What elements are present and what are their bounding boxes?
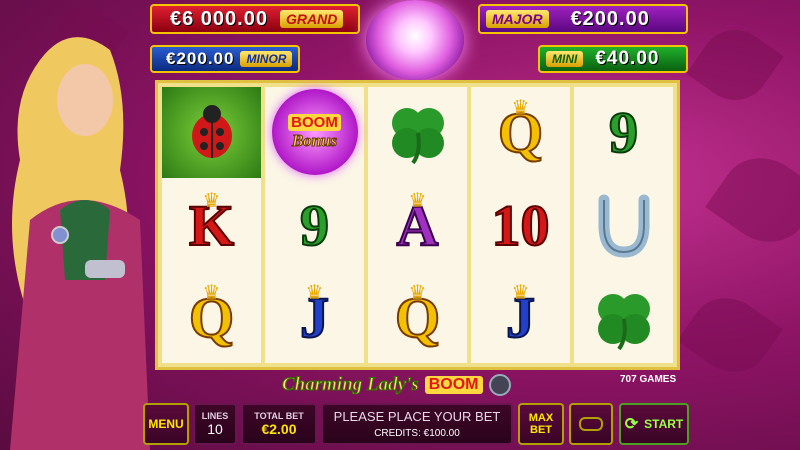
clover-icon xyxy=(391,108,444,165)
crown-icon: ♛ xyxy=(511,280,530,305)
reel-symbol: 9 xyxy=(574,87,673,178)
boom-word: BOOM xyxy=(288,113,341,131)
reel-column: 9 xyxy=(574,87,673,363)
ladybug-icon xyxy=(162,87,261,178)
background-leaf xyxy=(677,283,783,387)
autoplay-toggle[interactable] xyxy=(569,403,613,445)
reel-symbol: ♛ Q xyxy=(368,272,467,363)
reel-symbol: ♛ A xyxy=(368,180,467,271)
major-amount: €200.00 xyxy=(570,7,650,30)
reel-column: ♛ K ♛ Q xyxy=(162,87,261,363)
reel-symbol: 10 xyxy=(471,180,570,271)
reel-symbol: BOOM Bonus xyxy=(265,87,364,178)
game-logo: Charming Lady's BOOM xyxy=(282,374,511,396)
lady-character xyxy=(10,37,150,450)
total-bet-display[interactable]: TOTAL BET €2.00 xyxy=(241,403,317,445)
jackpot-mini: MINI €40.00 xyxy=(538,45,688,73)
reel-column: ♛ Q 10 ♛ J xyxy=(471,87,570,363)
jackpot-major: MAJOR €200.00 xyxy=(478,4,688,34)
grand-amount: €6 000.00 xyxy=(170,7,268,30)
logo-title: Charming Lady's xyxy=(282,374,420,396)
studio-logo: 707 GAMES xyxy=(620,374,677,385)
lines-label: LINES xyxy=(201,411,229,421)
lines-value: 10 xyxy=(207,421,223,437)
crown-icon: ♛ xyxy=(408,280,427,305)
minor-amount: €200.00 xyxy=(166,49,235,68)
crown-icon: ♛ xyxy=(305,280,324,305)
jackpot-grand: €6 000.00 GRAND xyxy=(150,4,360,34)
horseshoe-icon xyxy=(598,194,649,258)
symbol-letter: 9 xyxy=(608,99,639,166)
reel-symbol: ♛ Q xyxy=(162,272,261,363)
reel-grid: ♛ K ♛ Q BOOM Bonus 9 ♛ J ♛ A ♛ Q ♛ Q 10 ♛ J 9 xyxy=(155,80,680,370)
minor-label: MINOR xyxy=(240,51,293,67)
menu-button[interactable]: MENU xyxy=(143,403,189,445)
reel-symbol: ♛ J xyxy=(265,272,364,363)
refresh-icon: ⟳ xyxy=(624,416,639,433)
reel-symbol xyxy=(574,272,673,363)
bet-message: PLEASE PLACE YOUR BET xyxy=(333,409,501,424)
symbol-letter: 10 xyxy=(491,192,551,259)
lines-display: LINES 10 xyxy=(193,403,237,445)
message-panel: PLEASE PLACE YOUR BET CREDITS: €100.00 xyxy=(321,403,513,445)
max-bet-button[interactable]: MAX BET xyxy=(518,403,564,445)
reel-symbol: ♛ Q xyxy=(471,87,570,178)
logo-boom: BOOM xyxy=(424,376,483,394)
grand-label: GRAND xyxy=(279,10,344,28)
total-bet-label: TOTAL BET xyxy=(254,411,304,421)
reel-symbol: ♛ J xyxy=(471,272,570,363)
crown-icon: ♛ xyxy=(202,187,221,212)
symbol-letter: 9 xyxy=(299,192,330,259)
reel-symbol xyxy=(368,87,467,178)
jackpot-minor: €200.00 MINOR xyxy=(150,45,300,73)
jackpot-orb xyxy=(366,0,464,80)
background-leaf xyxy=(705,141,800,259)
reel-column: BOOM Bonus 9 ♛ J xyxy=(265,87,364,363)
reel-symbol xyxy=(574,180,673,271)
background-leaf xyxy=(686,16,784,114)
reel-column: ♛ A ♛ Q xyxy=(368,87,467,363)
reel-symbol xyxy=(162,87,261,178)
boom-bonus-icon: BOOM Bonus xyxy=(271,89,358,176)
toggle-icon xyxy=(579,417,603,431)
major-label: MAJOR xyxy=(486,10,549,28)
mini-amount: €40.00 xyxy=(595,48,660,69)
reel-symbol: 9 xyxy=(265,180,364,271)
start-button[interactable]: ⟳ START xyxy=(619,403,689,445)
bonus-word: Bonus xyxy=(291,130,338,150)
credits-display: CREDITS: €100.00 xyxy=(374,428,460,439)
reel-symbol: ♛ K xyxy=(162,180,261,271)
clover-icon xyxy=(597,293,650,350)
lock-icon xyxy=(488,374,511,396)
total-bet-value: €2.00 xyxy=(261,421,297,437)
crown-icon: ♛ xyxy=(202,280,221,305)
start-label: START xyxy=(644,417,684,431)
crown-icon: ♛ xyxy=(511,95,530,119)
crown-icon: ♛ xyxy=(408,187,427,212)
mini-label: MINI xyxy=(546,51,584,67)
